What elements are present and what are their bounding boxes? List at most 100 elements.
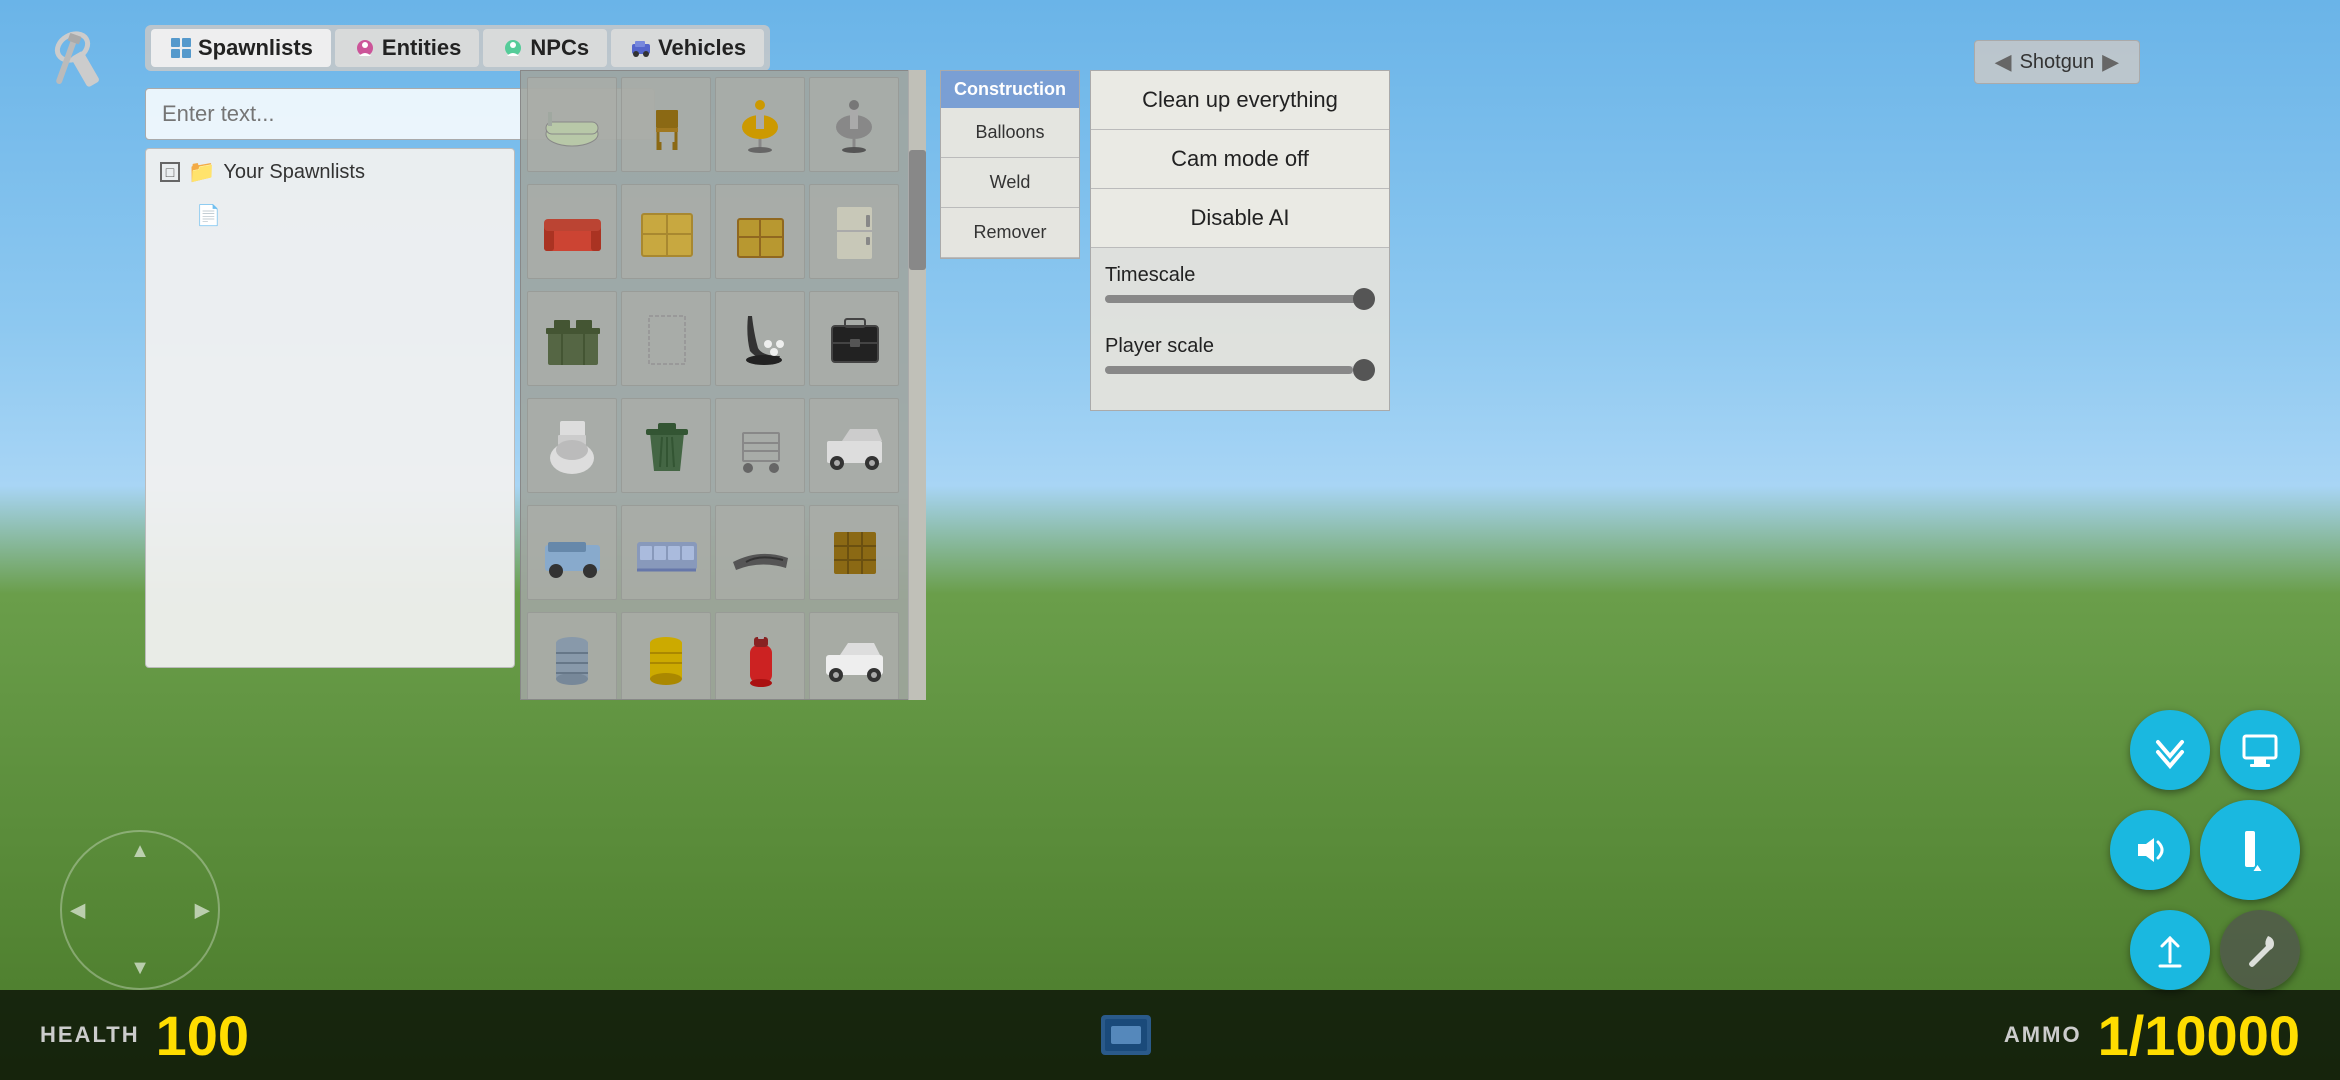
folder-icon: 📁 (188, 159, 215, 185)
tab-npcs[interactable]: NPCs (483, 29, 607, 67)
tab-entities-label: Entities (382, 35, 461, 61)
wooden-chair-icon (634, 92, 699, 157)
small-crate-icon (728, 199, 793, 264)
construction-balloons-btn[interactable]: Balloons (941, 108, 1079, 158)
file-icon: 📄 (196, 205, 221, 227)
item-barrel[interactable] (527, 612, 617, 700)
items-scrollbar[interactable] (908, 70, 926, 700)
item-suitcase[interactable] (809, 291, 899, 386)
item-toilet[interactable] (527, 398, 617, 493)
tab-spawnlists-label: Spawnlists (198, 35, 313, 61)
scrollbar-thumb[interactable] (909, 150, 926, 270)
mini-bus-icon (540, 520, 605, 585)
chevron-down-btn[interactable] (2130, 710, 2210, 790)
dumpster-icon (540, 306, 605, 371)
screen-btn[interactable] (2220, 710, 2300, 790)
hud-center-area (1091, 1000, 1161, 1070)
construction-weld-btn[interactable]: Weld (941, 158, 1079, 208)
hud-health-area: HEALTH 100 (40, 1003, 249, 1068)
item-office-chair-dark[interactable] (809, 77, 899, 172)
vehicle-white-icon (822, 627, 887, 692)
items-row-2 (521, 178, 919, 285)
toilet-icon (540, 413, 605, 478)
item-dumpster[interactable] (527, 291, 617, 386)
suitcase-icon (822, 306, 887, 371)
joystick-right-arrow: ▶ (195, 898, 210, 923)
wrench-icon (35, 25, 125, 95)
speedboat-icon (728, 520, 793, 585)
item-wood-panel[interactable] (809, 505, 899, 600)
cam-mode-btn[interactable]: Cam mode off (1091, 130, 1389, 189)
items-row-6 (521, 606, 919, 700)
hud-ammo-area: AMMO 1/10000 (2004, 1003, 2300, 1068)
item-cart[interactable] (715, 398, 805, 493)
joystick-arrows: ▲ ▼ ◀ ▶ (62, 832, 218, 988)
action-row-mid (2110, 800, 2300, 900)
action-row-bottom (2130, 910, 2300, 990)
boot-icon (728, 306, 793, 371)
item-sofa[interactable] (527, 184, 617, 279)
health-value: 100 (156, 1003, 249, 1068)
spawnlist-file-item[interactable]: 📄 (146, 195, 514, 236)
joystick-down-arrow: ▼ (130, 957, 150, 980)
item-refrigerator[interactable] (809, 184, 899, 279)
joystick-outer: ▲ ▼ ◀ ▶ (60, 830, 220, 990)
office-chair-yellow-icon (728, 92, 793, 157)
disable-ai-btn[interactable]: Disable AI (1091, 189, 1389, 248)
item-trash-can[interactable] (621, 398, 711, 493)
timescale-section: Timescale (1091, 248, 1389, 319)
item-small-crate[interactable] (715, 184, 805, 279)
weapon-name-label: Shotgun (2020, 51, 2095, 74)
item-wooden-chair[interactable] (621, 77, 711, 172)
items-grid (520, 70, 920, 700)
item-target-frame[interactable] (621, 291, 711, 386)
item-yellow-drum[interactable] (621, 612, 711, 700)
items-row-4 (521, 392, 919, 499)
ui-overlay: Spawnlists Entities NPCs (0, 0, 2340, 1080)
entity-icon (353, 36, 377, 60)
weapon-prev-btn[interactable]: ◀ (1995, 49, 2012, 75)
item-speedboat[interactable] (715, 505, 805, 600)
item-van-small[interactable] (809, 398, 899, 493)
item-office-chair-yellow[interactable] (715, 77, 805, 172)
weapon-btn[interactable] (2220, 910, 2300, 990)
tab-entities[interactable]: Entities (335, 29, 479, 67)
van-small-icon (822, 413, 887, 478)
item-boot[interactable] (715, 291, 805, 386)
barrel-icon (540, 627, 605, 692)
ammo-value: 1/10000 (2098, 1003, 2300, 1068)
jump-btn[interactable] (2130, 910, 2210, 990)
speaker-btn[interactable] (2110, 810, 2190, 890)
weapon-next-btn[interactable]: ▶ (2102, 49, 2119, 75)
playerscale-fill (1105, 366, 1353, 374)
playerscale-thumb[interactable] (1353, 359, 1375, 381)
spawnlist-checkbox[interactable]: □ (160, 162, 180, 182)
sofa-icon (540, 199, 605, 264)
item-big-crate[interactable] (621, 184, 711, 279)
grid-icon (169, 36, 193, 60)
shotgun-display: ◀ Shotgun ▶ (1974, 40, 2140, 84)
spawnlist-folder-item[interactable]: □ 📁 Your Spawnlists (146, 149, 514, 195)
yellow-drum-icon (634, 627, 699, 692)
action-row-top (2130, 710, 2300, 790)
hud-bottom: HEALTH 100 AMMO 1/10000 (0, 990, 2340, 1080)
tool-icon-area (20, 20, 140, 100)
timescale-thumb[interactable] (1353, 288, 1375, 310)
item-train[interactable] (621, 505, 711, 600)
clean-up-btn[interactable]: Clean up everything (1091, 71, 1389, 130)
ammo-label: AMMO (2004, 1022, 2082, 1048)
chevron-down-icon (2150, 730, 2190, 770)
item-bathtub[interactable] (527, 77, 617, 172)
construction-remover-btn[interactable]: Remover (941, 208, 1079, 258)
item-fire-extinguisher[interactable] (715, 612, 805, 700)
tab-vehicles[interactable]: Vehicles (611, 29, 764, 67)
joystick-left-arrow: ◀ (70, 898, 85, 923)
joystick-area[interactable]: ▲ ▼ ◀ ▶ (60, 830, 220, 990)
item-mini-bus[interactable] (527, 505, 617, 600)
pencil-btn[interactable] (2182, 782, 2319, 919)
items-row-1 (521, 71, 919, 178)
trash-can-icon (634, 413, 699, 478)
tab-spawnlists[interactable]: Spawnlists (151, 29, 331, 67)
construction-panel: Construction Balloons Weld Remover (940, 70, 1080, 259)
item-vehicle-white[interactable] (809, 612, 899, 700)
